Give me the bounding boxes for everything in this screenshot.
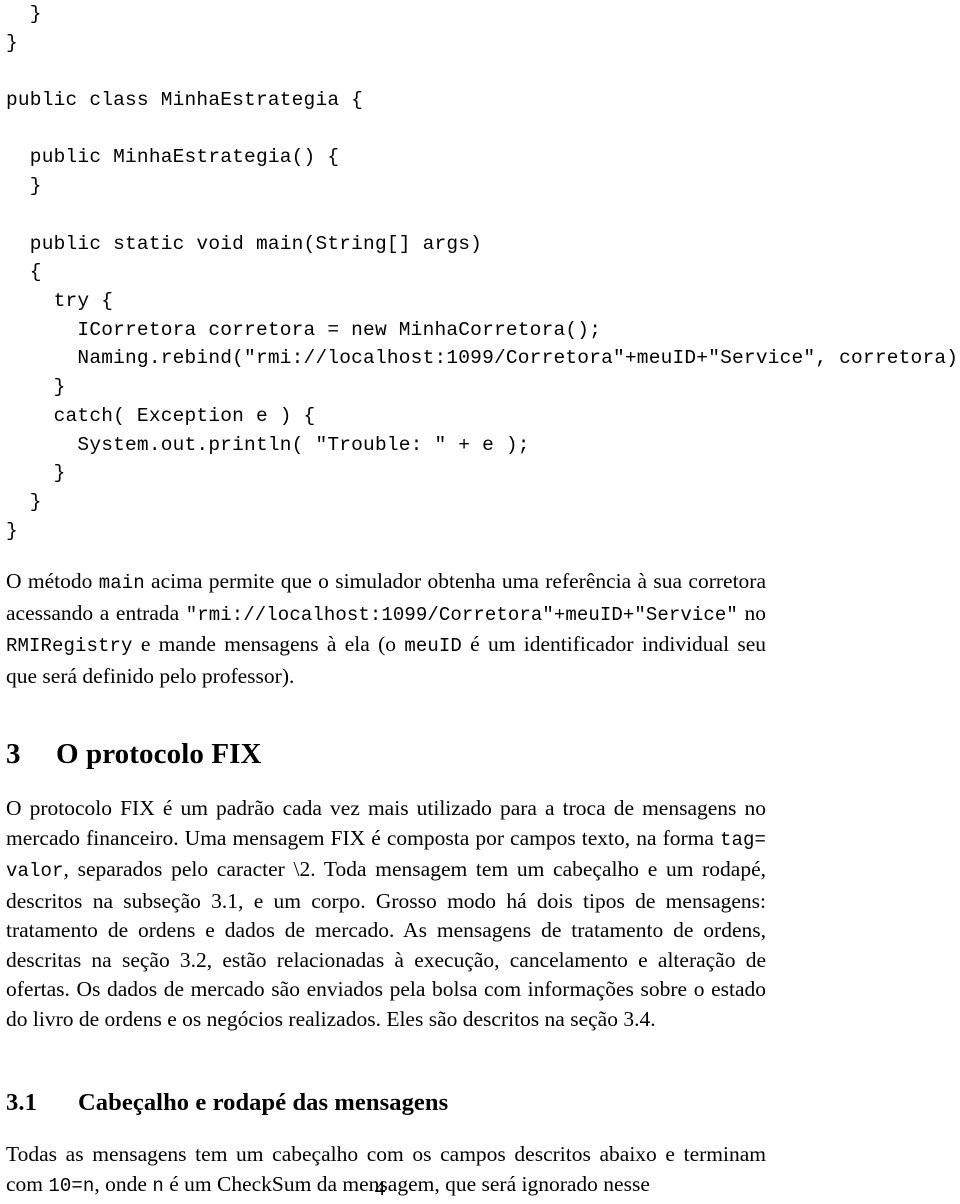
subsection-title: Cabeçalho e rodapé das mensagens xyxy=(78,1089,449,1117)
inline-code: "rmi://localhost:1099/Corretora"+meuID+"… xyxy=(185,603,738,626)
code-line: public class MinhaEstrategia { xyxy=(6,89,364,112)
java-code-listing: }} public class MinhaEstrategia { public… xyxy=(6,0,959,545)
inline-code: main xyxy=(98,572,145,595)
subsection-number: 3.1 xyxy=(6,1089,37,1117)
paragraph-fix-protocol: O protocolo FIX é um padrão cada vez mai… xyxy=(6,794,766,1034)
code-line: } xyxy=(6,519,18,542)
subsection-heading-header-footer: 3.1 Cabeçalho e rodapé das mensagens xyxy=(6,1088,766,1118)
page-number-footer: 4 xyxy=(374,1176,386,1200)
code-line: } xyxy=(6,3,42,25)
code-line: } xyxy=(6,376,66,399)
spacer-after-section xyxy=(6,771,766,794)
page-content-column: }} public class MinhaEstrategia { public… xyxy=(6,0,959,1201)
section-title: O protocolo FIX xyxy=(56,738,262,771)
inline-text: e mande mensagens à ela (o xyxy=(132,632,405,657)
code-line: try { xyxy=(6,289,114,312)
inline-text: O protocolo FIX é um padrão cada vez mai… xyxy=(6,796,766,850)
paragraph-main-method: O método main acima permite que o simula… xyxy=(6,567,766,691)
document-page: }} public class MinhaEstrategia { public… xyxy=(0,0,960,1204)
section-heading-fix: 3 O protocolo FIX xyxy=(6,737,766,771)
spacer-before-section xyxy=(6,691,766,737)
code-line: } xyxy=(6,31,18,54)
spacer-after-code xyxy=(6,545,766,567)
code-line: { xyxy=(6,261,42,284)
code-line: System.out.println( "Trouble: " + e ); xyxy=(6,433,530,456)
spacer-after-subsection xyxy=(6,1118,766,1140)
code-line: public MinhaEstrategia() { xyxy=(6,146,340,169)
inline-code: meuID xyxy=(404,635,462,658)
inline-code: RMIRegistry xyxy=(6,635,133,658)
inline-text: no xyxy=(737,600,767,625)
section-number: 3 xyxy=(6,738,21,771)
code-line: catch( Exception e ) { xyxy=(6,404,316,427)
code-line: } xyxy=(6,462,66,485)
code-line: public static void main(String[] args) xyxy=(6,232,483,255)
code-line: } xyxy=(6,175,42,198)
code-line: Naming.rebind("rmi://localhost:1099/Corr… xyxy=(6,347,959,370)
code-line: ICorretora corretora = new MinhaCorretor… xyxy=(6,318,602,341)
code-line: } xyxy=(6,490,42,513)
spacer-before-subsection xyxy=(6,1034,766,1088)
inline-text: , separados pelo caracter \2. Toda mensa… xyxy=(6,857,766,1031)
inline-text: O método xyxy=(6,569,99,594)
